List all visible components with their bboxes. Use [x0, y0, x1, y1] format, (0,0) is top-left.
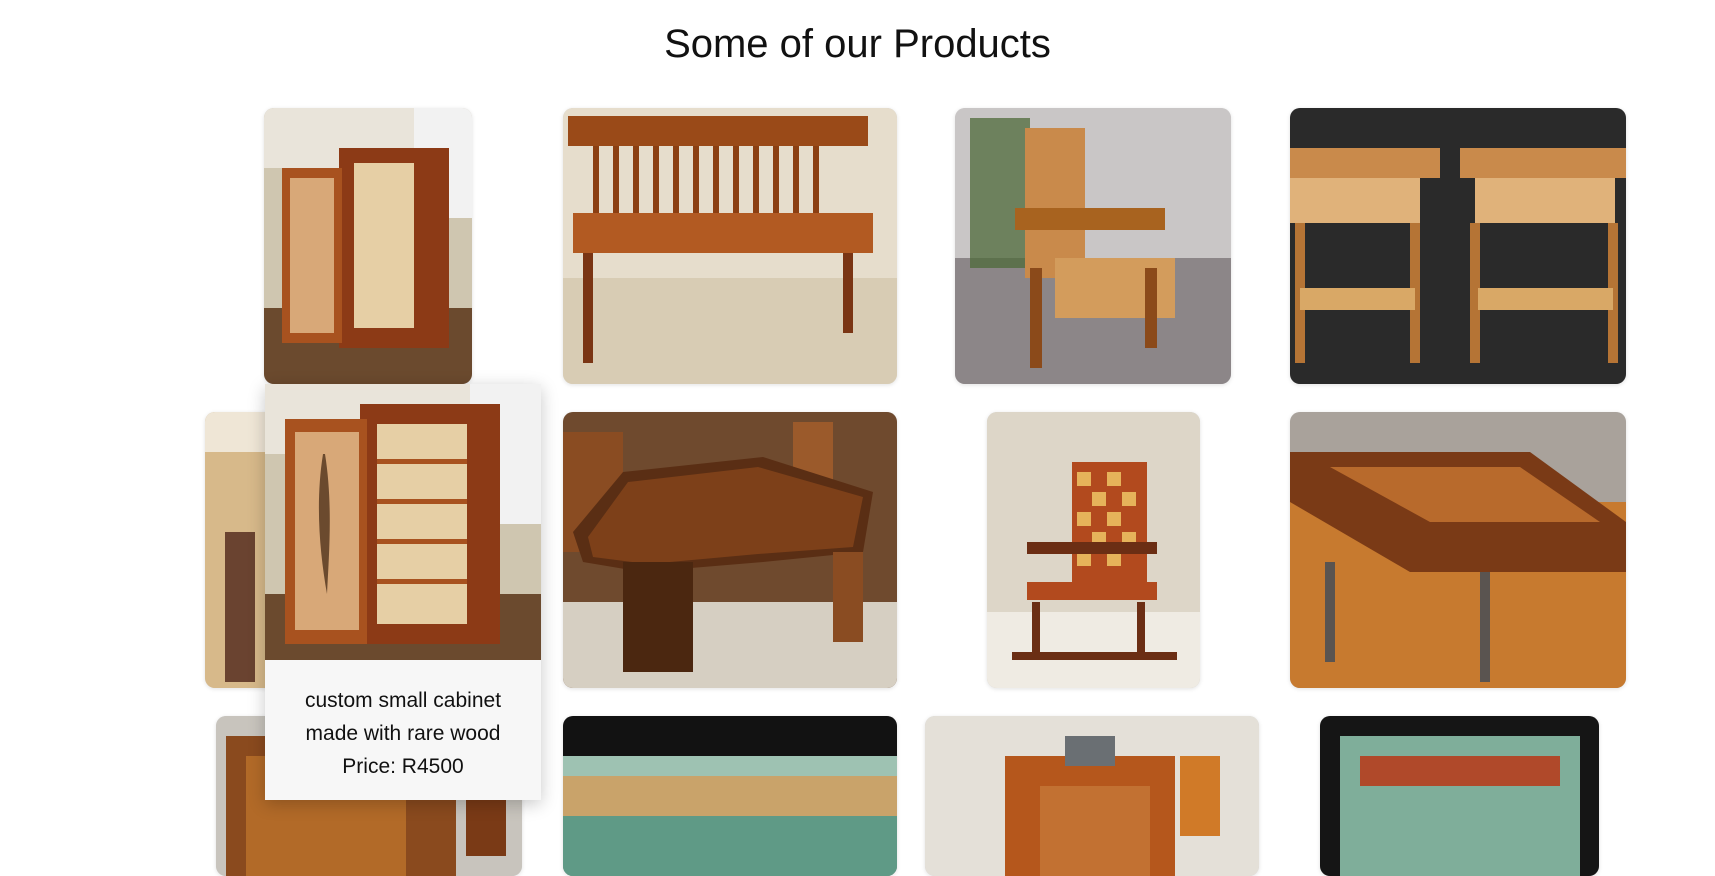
- product-card-nightstands[interactable]: [1290, 108, 1626, 384]
- rocking-chair-image: [987, 412, 1200, 688]
- live-edge-dining-table-image: [563, 412, 897, 688]
- product-hover-card[interactable]: custom small cabinet made with rare wood…: [265, 384, 541, 800]
- product-price: Price: R4500: [342, 755, 464, 778]
- page-title: Some of our Products: [664, 22, 1051, 66]
- ceramic-plates-image: [1320, 716, 1599, 876]
- product-hover-caption: custom small cabinet made with rare wood…: [265, 660, 541, 783]
- product-card-teapot[interactable]: [925, 716, 1259, 876]
- product-card-bench[interactable]: [563, 108, 897, 384]
- product-card-cabinet[interactable]: [264, 108, 472, 384]
- product-card-ceramic-bowl[interactable]: [563, 716, 897, 876]
- product-card-ceramic-plates[interactable]: [1320, 716, 1599, 876]
- teapot-image: [925, 716, 1259, 876]
- product-card-live-edge-dining-table[interactable]: [563, 412, 897, 688]
- inlay-table-image: [1290, 412, 1626, 688]
- product-hover-image: [265, 384, 541, 660]
- product-card-adirondack-chair[interactable]: [955, 108, 1231, 384]
- product-description-line1: custom small cabinet: [304, 689, 502, 712]
- bench-image: [563, 108, 897, 384]
- nightstands-image: [1290, 108, 1626, 384]
- adirondack-chair-image: [955, 108, 1231, 384]
- product-card-inlay-table[interactable]: [1290, 412, 1626, 688]
- cabinet-image: [264, 108, 472, 384]
- product-description-line2: made with rare wood: [305, 722, 501, 745]
- ceramic-bowl-image: [563, 716, 897, 876]
- product-card-rocking-chair[interactable]: [987, 412, 1200, 688]
